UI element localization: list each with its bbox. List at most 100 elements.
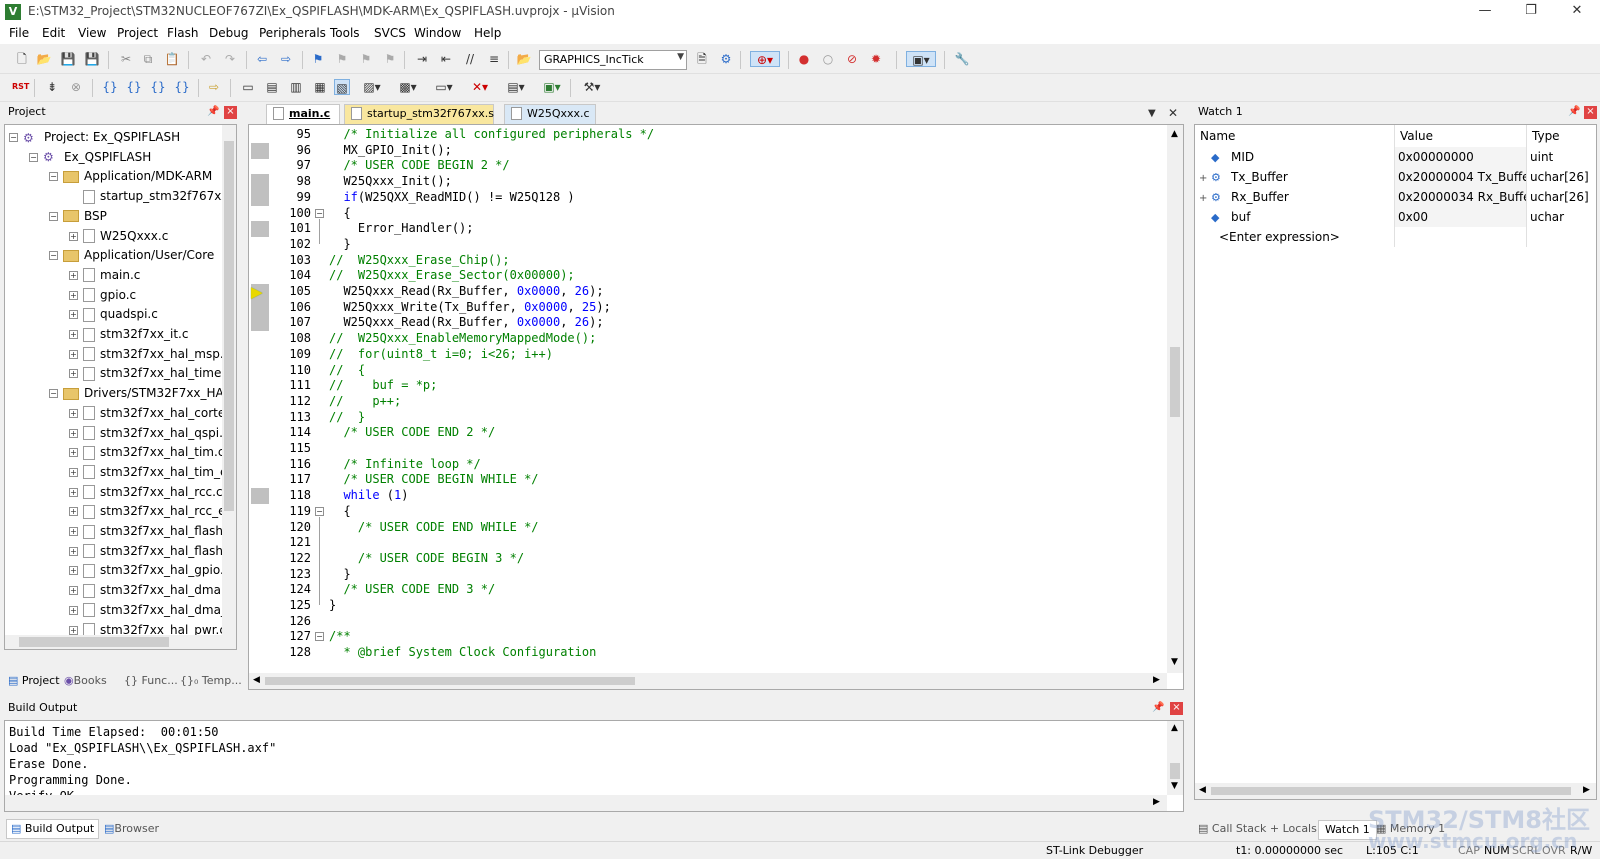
scrollbar-thumb[interactable] [1170, 763, 1180, 779]
watch-value-cell[interactable] [1395, 227, 1527, 247]
trace-windows-icon[interactable]: ▤▾ [504, 79, 528, 95]
code-line[interactable]: // W25Qxxx_Erase_Sector(0x00000); [329, 268, 575, 282]
code-line[interactable]: /* USER CODE END 2 */ [329, 425, 495, 439]
tab-build-output[interactable]: ▤ Build Output [6, 819, 100, 839]
expand-icon[interactable]: + [69, 566, 78, 576]
expand-icon[interactable]: + [69, 546, 78, 556]
watch-name-cell[interactable]: ◆ buf [1195, 207, 1395, 227]
expand-icon[interactable]: + [69, 527, 78, 536]
executable-line-marker[interactable] [251, 299, 269, 316]
command-window-icon[interactable]: ▭ [240, 79, 256, 95]
symbols-window-icon[interactable]: ▥ [288, 79, 304, 95]
new-file-icon[interactable]: 🗋 [14, 51, 30, 67]
system-viewer-icon[interactable]: ▣▾ [540, 79, 564, 95]
code-line[interactable]: Error_Handler(); [329, 221, 474, 235]
menu-file[interactable]: File [9, 26, 29, 40]
menu-window[interactable]: Window [414, 26, 461, 40]
tree-horizontal-scrollbar[interactable] [5, 635, 222, 649]
watch-windows-icon[interactable]: ▨▾ [360, 79, 384, 95]
tree-vertical-scrollbar[interactable] [222, 125, 236, 649]
expand-icon[interactable]: + [69, 448, 78, 458]
close-icon[interactable]: × [1584, 106, 1597, 119]
collapse-icon[interactable]: − [49, 172, 58, 182]
pin-icon[interactable]: 📌 [207, 106, 219, 117]
scroll-up-icon[interactable]: ▲ [1171, 723, 1178, 733]
expand-icon[interactable]: + [69, 349, 78, 359]
menu-flash[interactable]: Flash [167, 26, 198, 40]
expand-icon[interactable]: + [69, 408, 78, 418]
code-line[interactable]: } [329, 567, 350, 581]
watch-value-cell[interactable]: 0x20000034 Rx_Buffer[... [1395, 187, 1527, 207]
clear-bookmarks-icon[interactable]: ⚑ [382, 51, 398, 67]
redo-icon[interactable]: ↷ [222, 51, 238, 67]
tab-project[interactable]: ▤ Project [6, 672, 60, 692]
scrollbar-thumb[interactable] [1211, 787, 1571, 795]
scroll-right-icon[interactable]: ▶ [1153, 675, 1160, 685]
scroll-down-icon[interactable]: ▼ [1171, 781, 1178, 791]
expand-icon[interactable]: + [69, 487, 78, 497]
executable-line-marker[interactable] [251, 142, 269, 159]
scrollbar-thumb[interactable] [224, 141, 234, 511]
code-line[interactable]: /* USER CODE END WHILE */ [329, 520, 539, 534]
memory-windows-icon[interactable]: ▩▾ [396, 79, 420, 95]
enable-breakpoint-icon[interactable]: ○ [820, 51, 836, 67]
step-out-icon[interactable]: {} [150, 79, 166, 95]
breakpoint-gutter[interactable]: ▶ [249, 125, 271, 673]
indent-icon[interactable]: ⇥ [414, 51, 430, 67]
collapse-icon[interactable]: − [49, 389, 58, 399]
code-editor[interactable]: ▶ 95 /* Initialize all configured periph… [248, 124, 1184, 690]
tab-w25qxxx[interactable]: W25Qxxx.c [504, 104, 596, 124]
tree-item[interactable]: startup_stm32f767xx.s [69, 187, 236, 207]
expand-icon[interactable]: + [69, 369, 78, 379]
tree-item[interactable]: + stm32f7xx_hal_dma_e [69, 601, 234, 621]
unindent-icon[interactable]: ⇤ [438, 51, 454, 67]
close-editor-icon[interactable]: ✕ [1168, 106, 1178, 120]
code-line[interactable]: W25Qxxx_Init(); [329, 174, 451, 188]
tree-item[interactable]: − ⚙ Ex_QSPIFLASH [29, 148, 151, 168]
scrollbar-thumb[interactable] [1170, 347, 1180, 417]
tree-item[interactable]: − Application/User/Core [49, 246, 214, 266]
fold-toggle-icon[interactable]: − [315, 506, 324, 516]
tree-item[interactable]: + stm32f7xx_hal_rcc_ex [69, 502, 232, 522]
save-all-icon[interactable]: 💾 [84, 51, 100, 67]
watch-name-cell[interactable]: ◆ MID [1195, 147, 1395, 167]
scroll-right-icon[interactable]: ▶ [1583, 785, 1590, 795]
code-line[interactable]: while (1) [329, 488, 408, 502]
executable-line-marker[interactable] [251, 189, 269, 206]
tree-item[interactable]: − Application/MDK-ARM [49, 167, 212, 187]
watch-value-cell[interactable]: 0x00000000 [1395, 147, 1527, 167]
scroll-down-icon[interactable]: ▼ [1171, 657, 1178, 667]
watch-name-cell[interactable]: + ⚙ Tx_Buffer [1195, 167, 1395, 187]
target-select[interactable]: GRAPHICS_IncTick ▼ [539, 50, 687, 70]
code-line[interactable]: W25Qxxx_Read(Rx_Buffer, 0x0000, 26); [329, 284, 603, 298]
menu-svcs[interactable]: SVCS [374, 26, 406, 40]
show-next-statement-icon[interactable]: ⇨ [206, 79, 222, 95]
tab-main-c[interactable]: main.c [266, 104, 340, 124]
code-line[interactable]: // p++; [329, 394, 401, 408]
registers-window-icon[interactable]: ▦ [312, 79, 328, 95]
expand-icon[interactable]: + [69, 586, 78, 596]
output-horizontal-scrollbar[interactable]: ▶ [5, 795, 1167, 811]
watch-row[interactable]: ◆ MID 0x00000000 uint [1195, 147, 1596, 167]
scrollbar-thumb[interactable] [19, 637, 169, 647]
code-line[interactable]: // { [329, 363, 365, 377]
code-line[interactable]: // } [329, 410, 365, 424]
watch-row[interactable]: +⚙ Rx_Buffer 0x20000034 Rx_Buffer[...uchar… [1195, 187, 1596, 207]
undo-icon[interactable]: ↶ [198, 51, 214, 67]
expand-icon[interactable]: + [69, 290, 78, 300]
code-line[interactable]: // W25Qxxx_Erase_Chip(); [329, 253, 510, 267]
code-line[interactable]: // W25Qxxx_EnableMemoryMappedMode(); [329, 331, 596, 345]
code-line[interactable]: /* USER CODE BEGIN 3 */ [329, 551, 524, 565]
menu-edit[interactable]: Edit [42, 26, 65, 40]
watch-name-cell[interactable]: + ⚙ Rx_Buffer [1195, 187, 1395, 207]
navigate-back-icon[interactable]: ⇦ [254, 51, 270, 67]
collapse-icon[interactable]: − [49, 211, 58, 221]
executable-line-marker[interactable] [251, 174, 269, 191]
watch-name-cell[interactable]: <Enter expression> [1195, 227, 1395, 247]
tab-functions[interactable]: {} Func... [124, 672, 178, 692]
watch-row[interactable]: <Enter expression> [1195, 227, 1596, 247]
expand-icon[interactable]: + [69, 605, 78, 615]
code-line[interactable]: W25Qxxx_Read(Rx_Buffer, 0x0000, 26); [329, 315, 603, 329]
tab-call-stack[interactable]: ▤ Call Stack + Locals [1198, 820, 1317, 840]
editor-vertical-scrollbar[interactable]: ▲ ▼ [1167, 125, 1183, 673]
